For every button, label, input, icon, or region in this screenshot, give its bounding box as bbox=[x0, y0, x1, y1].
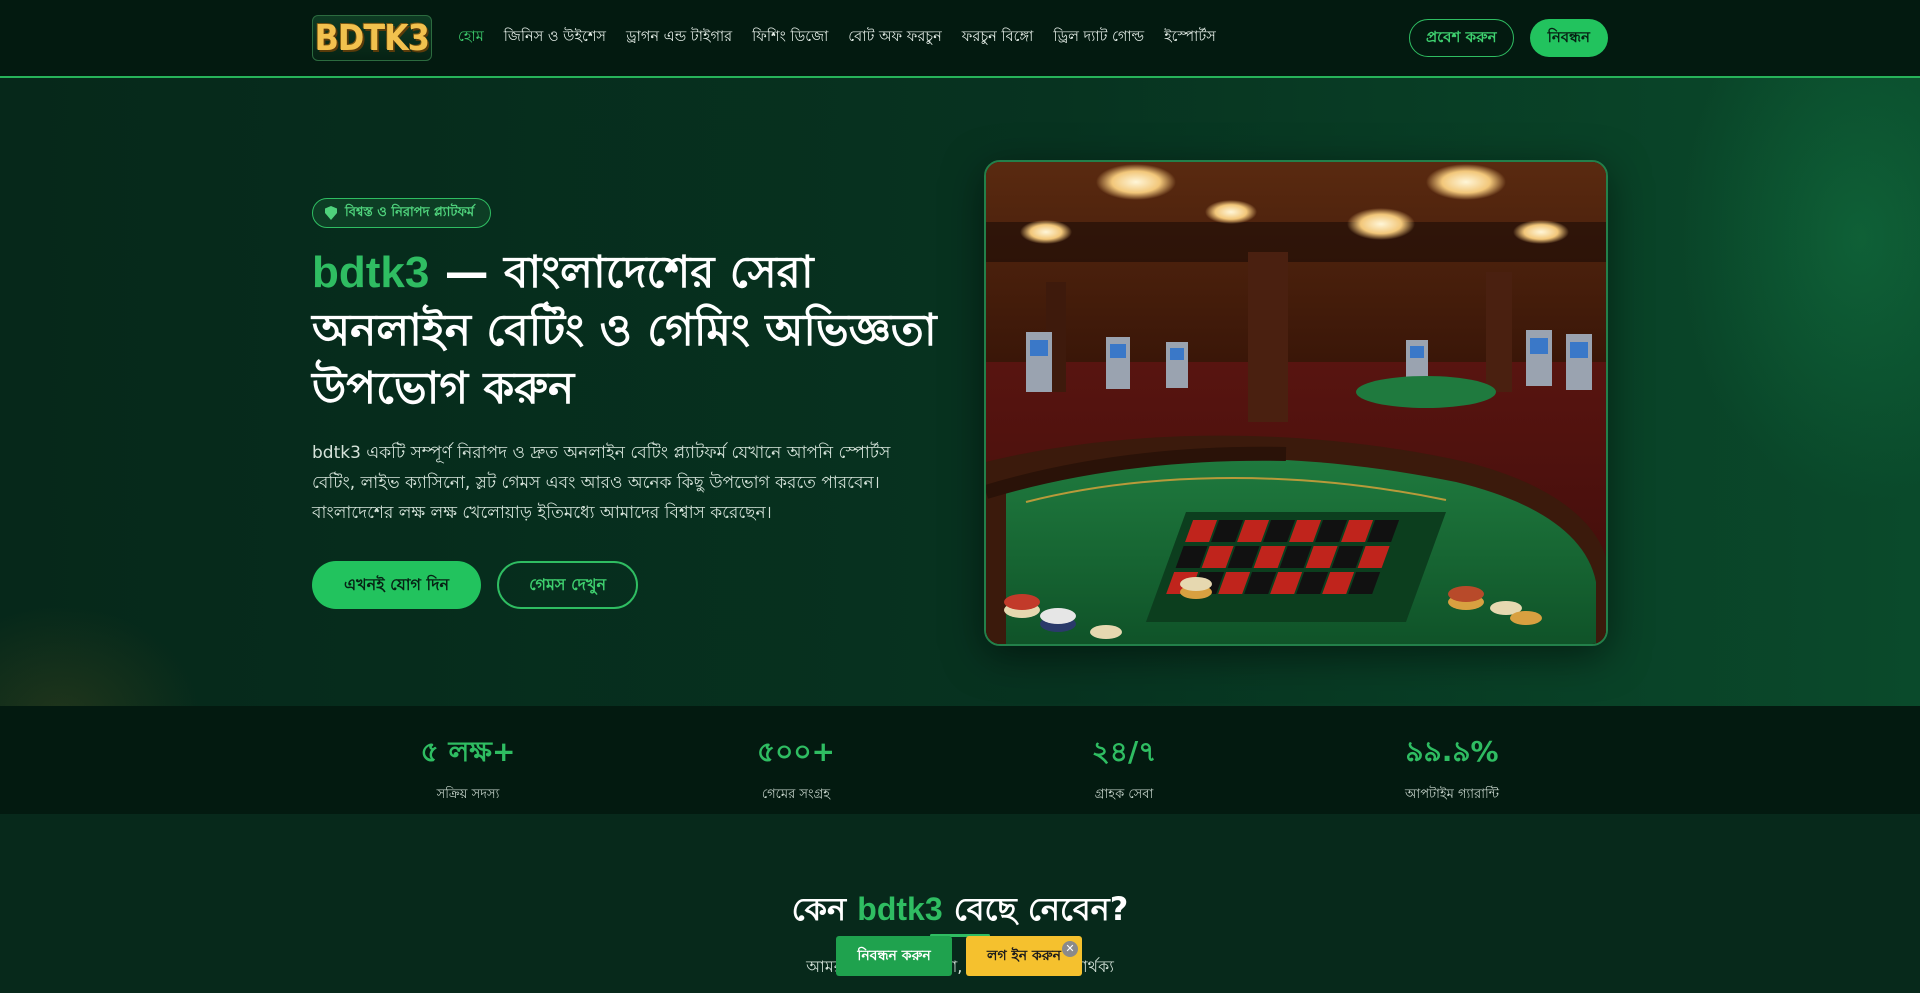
stat-customer-service: ২৪/৭ গ্রাহক সেবা bbox=[1014, 730, 1234, 806]
floating-register-button[interactable]: নিবন্ধন করুন bbox=[836, 936, 952, 976]
hero-title-brand: bdtk3 bbox=[312, 248, 430, 297]
floating-cta-bar: নিবন্ধন করুন লগ ইন করুন ✕ bbox=[836, 936, 1082, 976]
stats-strip: ৫ লক্ষ+ সক্রিয় সদস্য ৫০০+ গেমের সংগ্রহ … bbox=[0, 706, 1920, 814]
hero-title: bdtk3 — বাংলাদেশের সেরা অনলাইন বেটিং ও গ… bbox=[312, 244, 952, 418]
site-header: BDTK3 হোম জিনিস ও উইশেস ড্রাগন এন্ড টাইগ… bbox=[0, 0, 1920, 78]
site-logo[interactable]: BDTK3 bbox=[312, 15, 432, 61]
header-actions: প্রবেশ করুন নিবন্ধন bbox=[1408, 19, 1608, 57]
hero-buttons: এখনই যোগ দিন গেমস দেখুন bbox=[312, 561, 639, 609]
main-nav: হোম জিনিস ও উইশেস ড্রাগন এন্ড টাইগার ফিশ… bbox=[458, 26, 1236, 50]
nav-item-boat-of-fortune[interactable]: বোট অফ ফরচুন bbox=[848, 26, 941, 50]
floating-login-label: লগ ইন করুন bbox=[987, 948, 1061, 964]
nav-item-drill-that-gold[interactable]: ড্রিল দ্যাট গোল্ড bbox=[1053, 26, 1144, 50]
nav-item-fortune-bingo[interactable]: ফরচুন বিঙ্গো bbox=[962, 26, 1034, 50]
nav-item-home[interactable]: হোম bbox=[458, 26, 484, 50]
stat-label: গ্রাহক সেবা bbox=[1094, 787, 1154, 802]
casino-hero-image bbox=[984, 160, 1608, 646]
join-now-button[interactable]: এখনই যোগ দিন bbox=[312, 561, 482, 609]
close-icon[interactable]: ✕ bbox=[1062, 941, 1078, 957]
login-button[interactable]: প্রবেশ করুন bbox=[1408, 19, 1514, 57]
view-games-button[interactable]: গেমস দেখুন bbox=[497, 561, 639, 609]
stat-label: গেমের সংগ্রহ bbox=[761, 787, 831, 802]
nav-item-fishing[interactable]: ফিশিং ডিজো bbox=[752, 26, 828, 50]
stat-label: আপটাইম গ্যারান্টি bbox=[1405, 787, 1499, 802]
register-button[interactable]: নিবন্ধন bbox=[1529, 19, 1608, 57]
shield-icon bbox=[325, 206, 337, 220]
nav-item-genies-wishes[interactable]: জিনিস ও উইশেস bbox=[504, 26, 606, 50]
stat-value: ৫০০+ bbox=[756, 735, 836, 768]
stat-value: ২৪/৭ bbox=[1091, 735, 1157, 768]
stat-label: সক্রিয় সদস্য bbox=[436, 787, 500, 802]
logo-text: BDTK3 bbox=[314, 17, 430, 59]
nav-item-dragon-tiger[interactable]: ড্রাগন এন্ড টাইগার bbox=[626, 26, 732, 50]
trust-badge: বিশ্বস্ত ও নিরাপদ প্ল্যাটফর্ম bbox=[312, 198, 492, 228]
why-title-prefix: কেন bbox=[791, 890, 858, 928]
floating-login-button[interactable]: লগ ইন করুন ✕ bbox=[966, 936, 1082, 976]
casino-illustration bbox=[986, 162, 1606, 644]
trust-badge-label: বিশ্বস্ত ও নিরাপদ প্ল্যাটফর্ম bbox=[345, 204, 475, 220]
stat-uptime: ৯৯.৯% আপটাইম গ্যারান্টি bbox=[1342, 730, 1562, 806]
stat-value: ৯৯.৯% bbox=[1405, 735, 1499, 768]
stat-value: ৫ লক্ষ+ bbox=[420, 735, 516, 768]
why-title: কেন bdtk3 বেছে নেবেন? bbox=[0, 884, 1920, 938]
stat-game-collection: ৫০০+ গেমের সংগ্রহ bbox=[686, 730, 906, 806]
why-title-suffix: বেছে নেবেন? bbox=[942, 890, 1129, 928]
hero-description: bdtk3 একটি সম্পূর্ণ নিরাপদ ও দ্রুত অনলাই… bbox=[312, 443, 891, 523]
why-title-brand: bdtk3 bbox=[857, 891, 943, 927]
header-inner: BDTK3 হোম জিনিস ও উইশেস ড্রাগন এন্ড টাইগ… bbox=[312, 0, 1608, 76]
nav-item-esports[interactable]: ইস্পোর্টস bbox=[1164, 26, 1216, 50]
stat-active-members: ৫ লক্ষ+ সক্রিয় সদস্য bbox=[358, 730, 578, 806]
hero-section: বিশ্বস্ত ও নিরাপদ প্ল্যাটফর্ম bdtk3 — বা… bbox=[0, 78, 1920, 706]
